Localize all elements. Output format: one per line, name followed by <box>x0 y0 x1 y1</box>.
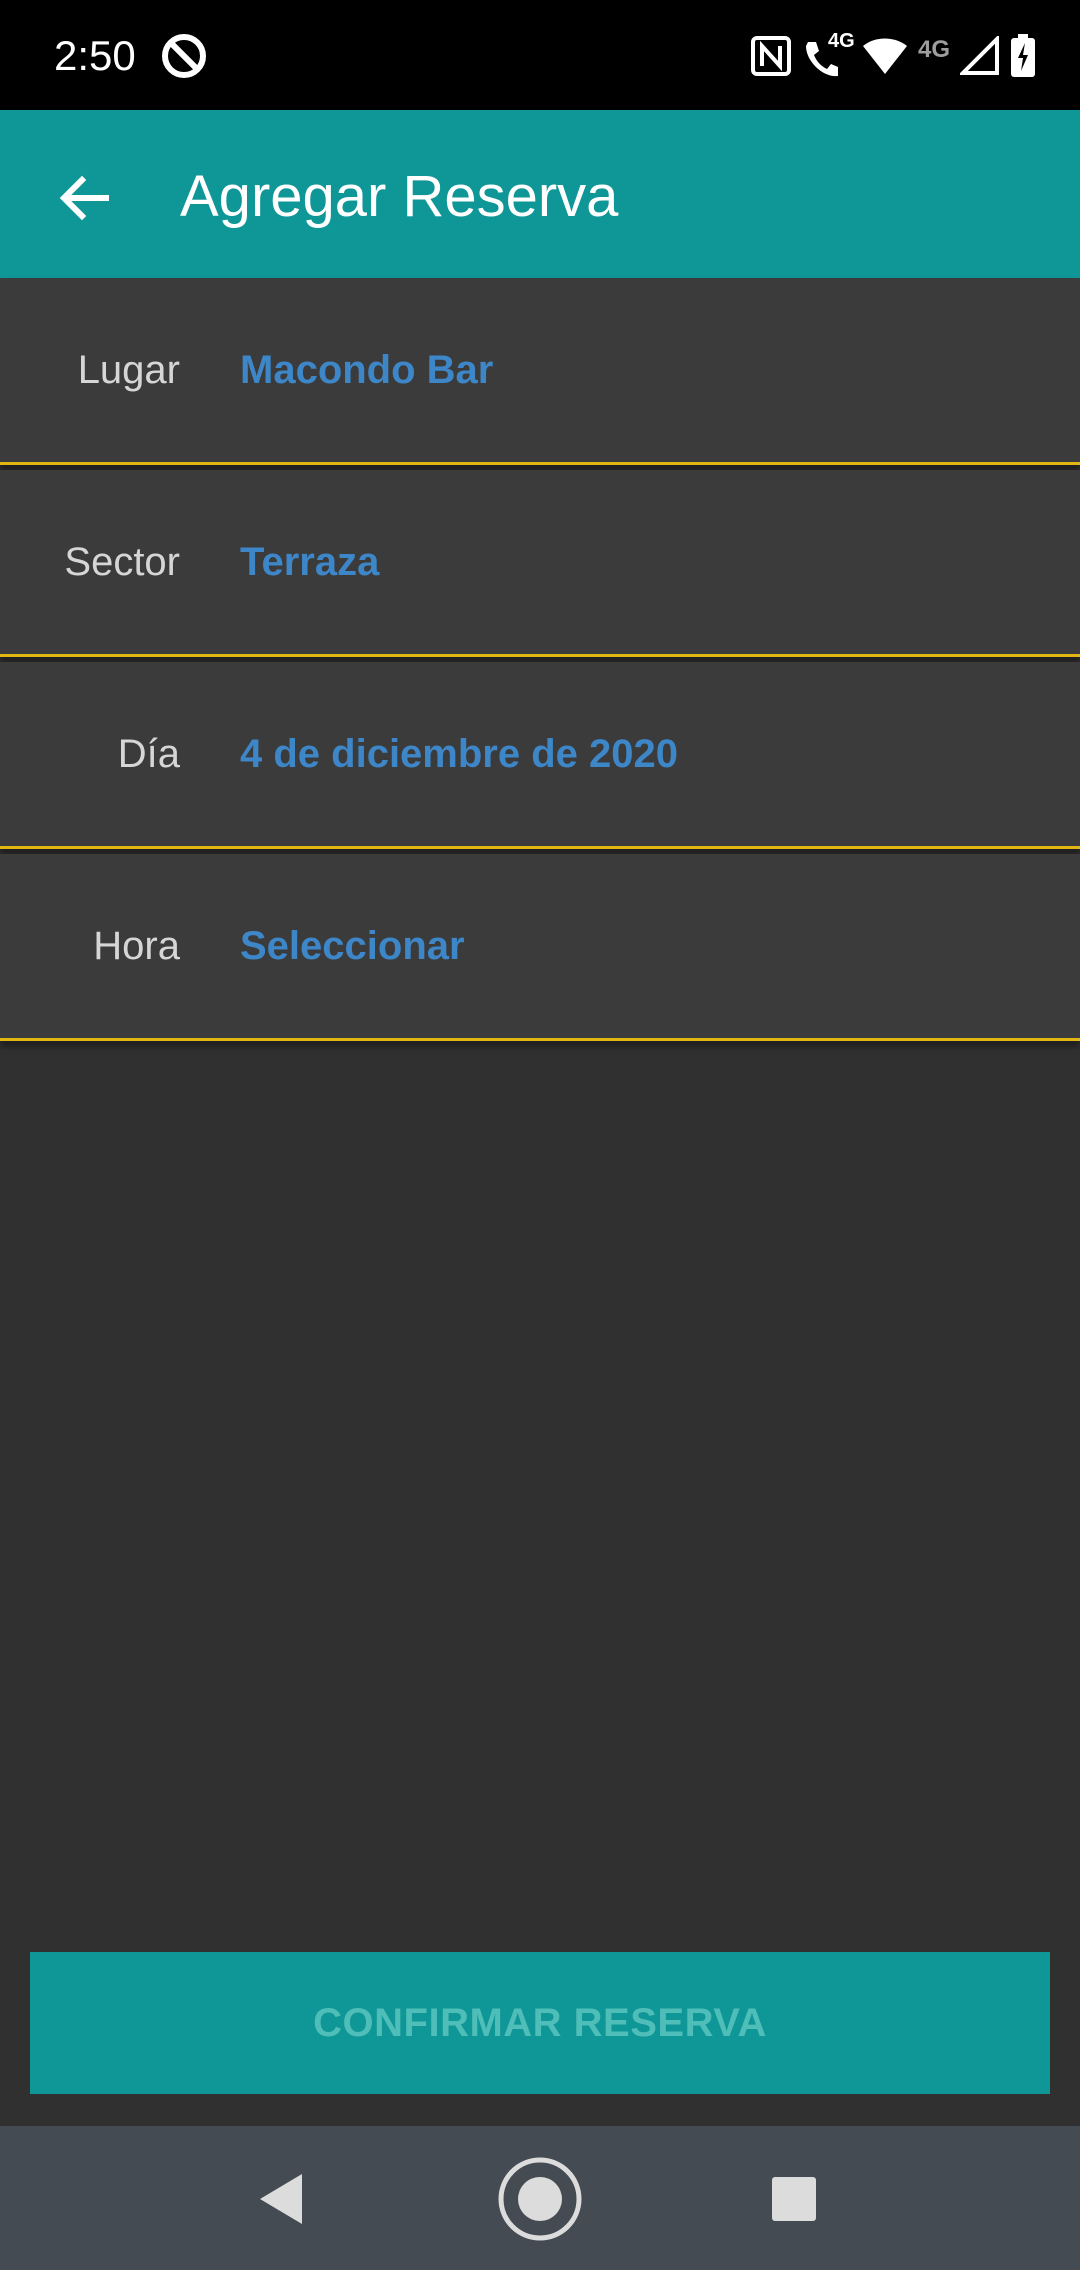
form-row-hora[interactable]: Hora Seleccionar <box>0 854 1080 1041</box>
status-bar: 2:50 4G 4G <box>0 0 1080 110</box>
form-row-dia[interactable]: Día 4 de diciembre de 2020 <box>0 662 1080 849</box>
time-select[interactable]: Seleccionar <box>240 854 465 1038</box>
nav-home-button[interactable] <box>495 2154 585 2244</box>
arrow-back-icon <box>59 175 109 221</box>
sector-value[interactable]: Terraza <box>240 470 379 654</box>
row-label: Día <box>117 732 180 776</box>
status-icons: 4G 4G <box>750 28 1036 84</box>
row-label: Sector <box>64 540 180 584</box>
form-row-sector[interactable]: Sector Terraza <box>0 470 1080 657</box>
page-title: Agregar Reserva <box>180 164 619 229</box>
nfc-icon <box>750 35 792 77</box>
network-type-label: 4G <box>917 36 950 63</box>
confirm-reservation-button[interactable]: CONFIRMAR RESERVA <box>30 1952 1050 2094</box>
date-value[interactable]: 4 de diciembre de 2020 <box>240 662 678 846</box>
form-row-lugar[interactable]: Lugar Macondo Bar <box>0 278 1080 465</box>
place-value[interactable]: Macondo Bar <box>240 278 493 462</box>
recents-square-icon <box>772 2177 816 2221</box>
row-label: Lugar <box>77 348 180 392</box>
reservation-form: Lugar Macondo Bar Sector Terraza Día 4 d… <box>0 278 1080 1046</box>
back-button[interactable] <box>36 150 132 246</box>
back-triangle-icon <box>260 2174 302 2224</box>
battery-charging-icon <box>1010 34 1036 78</box>
home-circle-icon <box>498 2157 582 2241</box>
wifi-calling-icon: 4G <box>802 30 855 78</box>
nav-back-button[interactable] <box>236 2154 326 2244</box>
system-nav-bar <box>0 2126 1080 2270</box>
signal-icon <box>960 36 1000 76</box>
nav-recents-button[interactable] <box>749 2154 839 2244</box>
row-label: Hora <box>93 924 180 968</box>
data-saver-icon <box>158 30 210 82</box>
status-time: 2:50 <box>54 32 136 79</box>
wifi-icon <box>862 36 908 76</box>
app-bar: Agregar Reserva <box>0 110 1080 278</box>
wifi-call-label: 4G <box>827 30 855 52</box>
